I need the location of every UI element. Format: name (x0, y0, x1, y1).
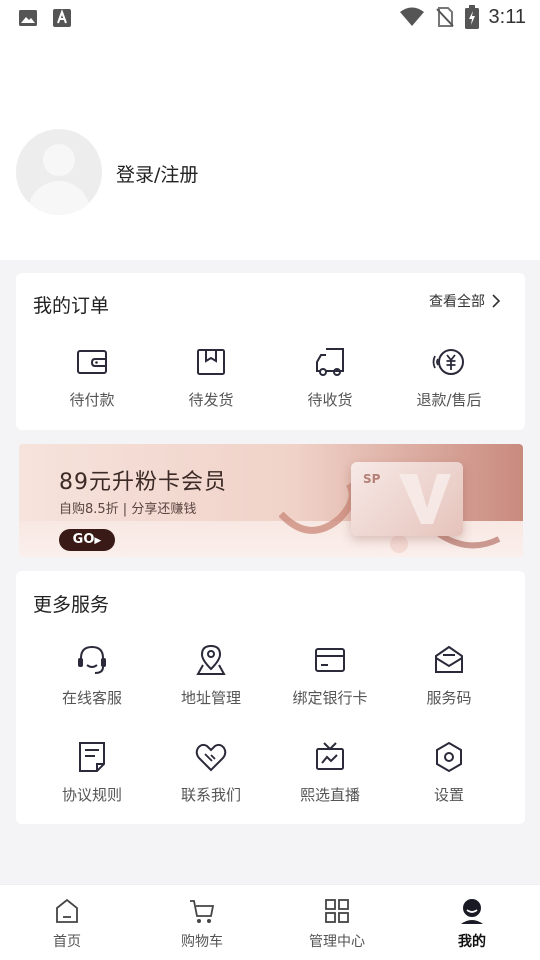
avatar-head-shape (43, 144, 75, 176)
service-bind-bank-card[interactable]: 绑定银行卡 (270, 643, 390, 708)
document-icon (79, 742, 105, 772)
order-item-label: 退款/售后 (416, 391, 482, 409)
clock: 3:11 (488, 5, 526, 28)
a-notification-icon (53, 9, 71, 27)
service-contact-us[interactable]: 联系我们 (151, 740, 271, 805)
order-item-label: 待付款 (69, 391, 115, 409)
login-register-link[interactable]: 登录/注册 (116, 160, 198, 187)
tab-home[interactable]: 首页 (7, 897, 127, 951)
membership-card-graphic: SP (351, 462, 463, 536)
home-icon (56, 898, 78, 923)
tab-label: 首页 (53, 934, 81, 950)
cart-icon (190, 900, 215, 923)
membership-banner[interactable]: SP 89元升粉卡会员 自购8.5折 | 分享还赚钱 GO▶ (19, 444, 523, 557)
wifi-icon (399, 7, 424, 26)
tab-mine[interactable]: 我的 (412, 897, 532, 951)
tab-cart[interactable]: 购物车 (142, 897, 262, 951)
tab-label: 管理中心 (309, 934, 365, 950)
banner-title: 89元升粉卡会员 (59, 470, 227, 495)
service-address-management[interactable]: 地址管理 (151, 643, 271, 708)
wallet-icon (77, 350, 107, 374)
refund-icon (432, 349, 464, 375)
go-label: GO (72, 532, 95, 547)
service-item-label: 熙选直播 (299, 786, 360, 804)
banner-go-button[interactable]: GO▶ (59, 529, 115, 551)
bank-card-icon (315, 648, 345, 672)
more-services-card: 更多服务 在线客服 地址管理 绑定银行卡 服务码 协议规则 联系我们 熙选直播 … (16, 571, 525, 824)
mail-open-icon (435, 645, 463, 673)
service-online-support[interactable]: 在线客服 (32, 643, 152, 708)
tv-live-icon (316, 742, 344, 770)
service-item-label: 联系我们 (180, 786, 241, 804)
chevron-right-icon (492, 294, 501, 308)
play-arrow-icon: ▶ (94, 536, 102, 546)
order-pending-receipt[interactable]: 待收货 (270, 345, 390, 410)
avatar[interactable] (16, 129, 102, 215)
user-icon (461, 899, 483, 924)
truck-icon (316, 348, 344, 376)
service-item-label: 地址管理 (180, 689, 241, 707)
service-item-label: 协议规则 (61, 786, 122, 804)
banner-subtitle: 自购8.5折 | 分享还赚钱 (59, 502, 197, 517)
v-logo-icon (399, 474, 451, 524)
image-icon (19, 10, 37, 26)
service-item-label: 绑定银行卡 (292, 689, 368, 707)
tab-label: 我的 (458, 934, 486, 950)
view-all-orders-link[interactable]: 查看全部 (429, 291, 501, 311)
order-pending-payment[interactable]: 待付款 (32, 345, 152, 410)
view-all-label: 查看全部 (429, 294, 485, 310)
service-service-code[interactable]: 服务码 (389, 643, 509, 708)
service-live-stream[interactable]: 熙选直播 (270, 740, 390, 805)
bottom-tab-bar: 首页 购物车 管理中心 我的 (0, 884, 540, 960)
orders-title: 我的订单 (33, 295, 110, 317)
profile-header: 登录/注册 (0, 36, 540, 260)
heart-handshake-icon (195, 743, 227, 772)
headset-icon (78, 645, 106, 674)
service-settings[interactable]: 设置 (389, 740, 509, 805)
order-item-label: 待收货 (307, 391, 353, 409)
no-sim-icon (435, 7, 454, 27)
service-agreement-rules[interactable]: 协议规则 (32, 740, 152, 805)
tab-label: 购物车 (181, 934, 223, 950)
service-item-label: 在线客服 (61, 689, 122, 707)
settings-hexagon-icon (436, 741, 462, 773)
order-refund-aftersales[interactable]: 退款/售后 (389, 345, 509, 410)
location-icon (196, 644, 226, 675)
tab-management-center[interactable]: 管理中心 (277, 897, 397, 951)
avatar-body-shape (28, 181, 90, 215)
service-item-label: 设置 (433, 786, 464, 804)
order-item-label: 待发货 (188, 391, 234, 409)
order-pending-shipment[interactable]: 待发货 (151, 345, 271, 410)
package-icon (197, 349, 225, 375)
battery-icon (464, 5, 479, 29)
service-item-label: 服务码 (426, 689, 472, 707)
services-title: 更多服务 (33, 594, 110, 616)
status-bar: 3:11 (0, 0, 540, 36)
card-label: SP (363, 472, 381, 486)
grid-icon (325, 899, 349, 923)
my-orders-card: 我的订单 查看全部 待付款 待发货 待收货 退款/售后 (16, 273, 525, 430)
